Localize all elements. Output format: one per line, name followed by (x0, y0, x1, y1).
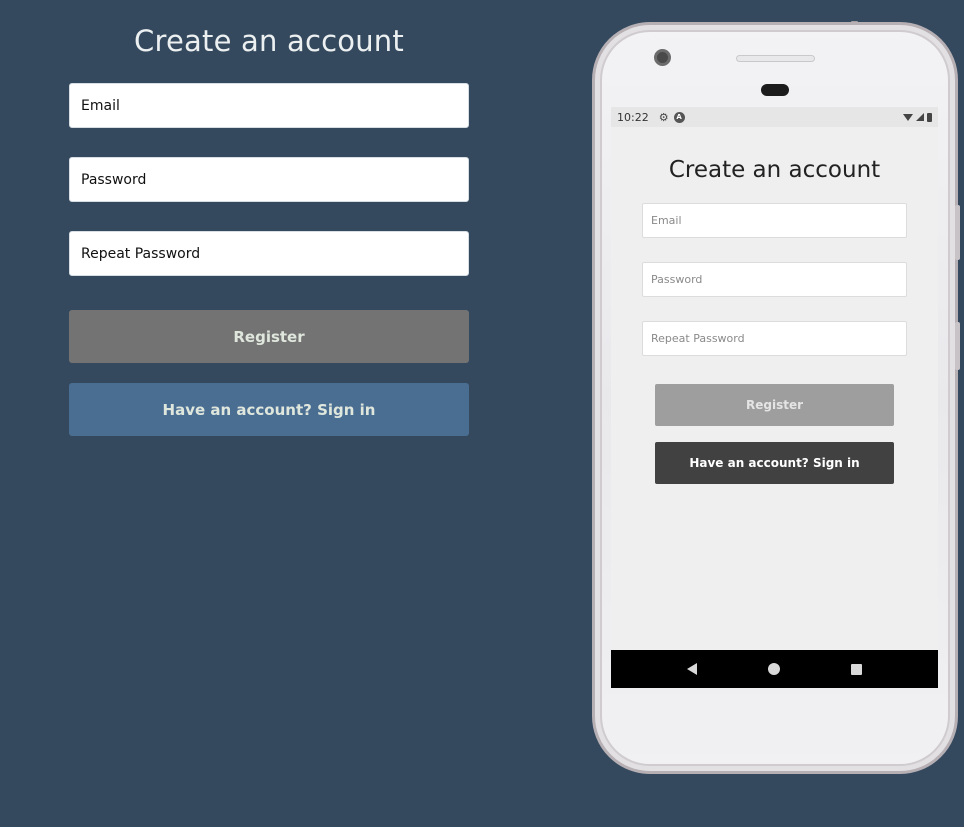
status-time: 10:22 (617, 110, 649, 124)
android-nav-bar (611, 650, 938, 688)
mobile-sign-in-button[interactable]: Have an account? Sign in (655, 442, 894, 484)
status-bar: 10:22 ⚙ A (611, 107, 938, 127)
gear-icon: ⚙ (658, 110, 669, 124)
page-title: Create an account (134, 24, 404, 58)
battery-icon (927, 112, 932, 122)
repeat-password-field[interactable] (69, 231, 469, 276)
power-button (955, 322, 960, 370)
mobile-email-field[interactable] (642, 203, 907, 238)
volume-button (955, 205, 960, 260)
wifi-icon (903, 113, 913, 121)
status-icons (903, 112, 932, 122)
phone-screen: 10:22 ⚙ A Create an account Register Hav… (611, 107, 938, 688)
mobile-page-title: Create an account (668, 157, 881, 183)
mobile-register-button[interactable]: Register (655, 384, 894, 426)
mobile-repeat-password-field[interactable] (642, 321, 907, 356)
recents-icon[interactable] (851, 663, 863, 675)
front-camera-icon (654, 49, 671, 66)
register-button[interactable]: Register (69, 310, 469, 363)
a-badge-icon: A (673, 111, 685, 123)
earpiece-speaker (736, 55, 815, 62)
mobile-password-field[interactable] (642, 262, 907, 297)
signal-icon (916, 113, 924, 121)
email-field[interactable] (69, 83, 469, 128)
back-icon[interactable] (686, 663, 697, 675)
home-icon[interactable] (767, 663, 780, 675)
password-field[interactable] (69, 157, 469, 202)
proximity-sensor (761, 84, 789, 96)
sign-in-button[interactable]: Have an account? Sign in (69, 383, 469, 436)
